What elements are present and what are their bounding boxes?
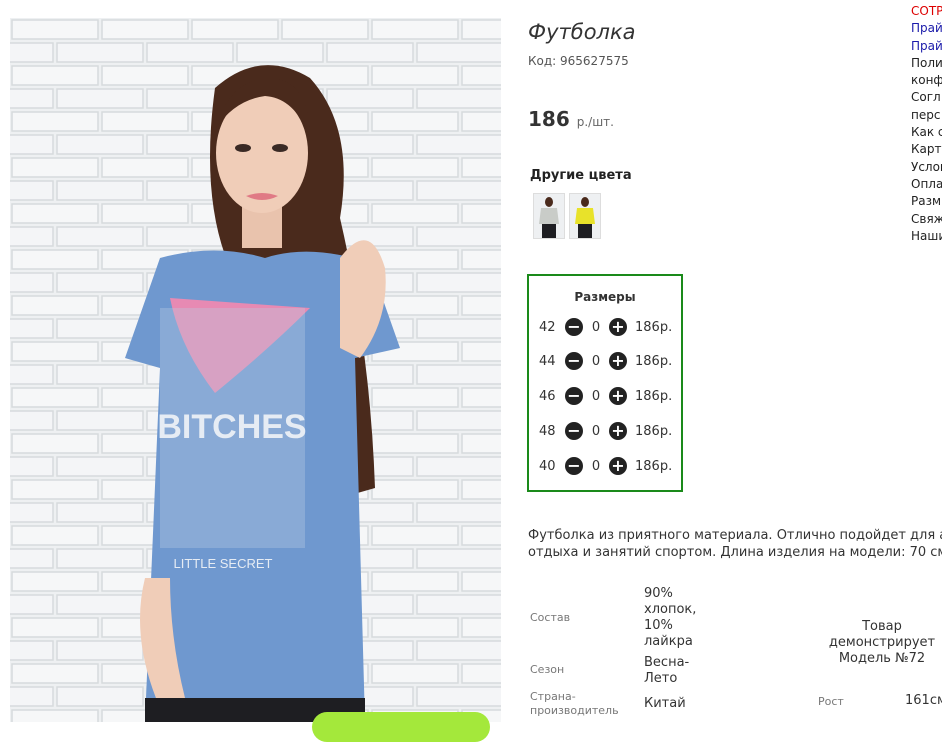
size-price: 186р.: [635, 423, 673, 439]
side-link-contact[interactable]: Свяж: [911, 211, 942, 228]
side-link-price-2[interactable]: Прай: [911, 38, 942, 55]
size-label: 42: [539, 319, 556, 335]
plus-icon[interactable]: +: [609, 422, 627, 440]
swatch-yellow-thumbnail: [570, 194, 600, 238]
composition-label: Состав: [530, 611, 571, 624]
size-label: 46: [539, 388, 556, 404]
color-swatch-grey[interactable]: [533, 193, 565, 239]
size-row-46: 46 − 0 + 186р.: [539, 386, 672, 406]
quantity-value[interactable]: 0: [583, 320, 609, 335]
minus-icon[interactable]: −: [565, 352, 583, 370]
model-note-line: Модель №72: [838, 651, 926, 666]
quantity-value[interactable]: 0: [583, 424, 609, 439]
side-link-consent[interactable]: Согл: [911, 89, 942, 106]
size-label: 44: [539, 353, 556, 369]
sizes-panel: Размеры 42 − 0 + 186р. 44 − 0 + 186р. 46…: [527, 274, 683, 492]
swatch-grey-thumbnail: [534, 194, 564, 238]
product-price: 186 р./шт.: [528, 107, 614, 131]
side-menu: СОТР Прай Прай Поли конф Согл перс Как с…: [911, 3, 942, 245]
composition-value: 90% хлопок, 10% лайкра: [644, 586, 696, 650]
color-swatch-yellow[interactable]: [569, 193, 601, 239]
country-label: Страна- производитель: [530, 690, 619, 718]
print-subtext: LITTLE SECRET: [174, 556, 273, 571]
plus-icon[interactable]: +: [609, 352, 627, 370]
add-to-cart-button[interactable]: [312, 712, 490, 742]
height-label: Рост: [818, 695, 844, 708]
side-link-terms[interactable]: Услов: [911, 159, 942, 176]
composition-line: лайкра: [644, 634, 693, 649]
quantity-value[interactable]: 0: [583, 389, 609, 404]
size-row-40: 40 − 0 + 186р.: [539, 456, 672, 476]
other-colors-title: Другие цвета: [530, 168, 632, 183]
side-link-how-to[interactable]: Как с: [911, 124, 942, 141]
description-line: Футболка из приятного материала. Отлично…: [528, 528, 942, 543]
side-link-price-1[interactable]: Прай: [911, 20, 942, 37]
composition-line: хлопок,: [644, 602, 697, 617]
size-row-42: 42 − 0 + 186р.: [539, 317, 672, 337]
size-row-48: 48 − 0 + 186р.: [539, 421, 672, 441]
minus-icon[interactable]: −: [565, 387, 583, 405]
model-note-line: Товар: [862, 619, 902, 634]
sizes-title: Размеры: [574, 290, 636, 304]
minus-icon[interactable]: −: [565, 318, 583, 336]
side-link-ours[interactable]: Наши: [911, 228, 942, 245]
product-description: Футболка из приятного материала. Отлично…: [528, 527, 942, 561]
size-price: 186р.: [635, 319, 673, 335]
plus-icon[interactable]: +: [609, 457, 627, 475]
side-link-policy-cont[interactable]: конф: [911, 72, 942, 89]
side-link-sizes[interactable]: Разм: [911, 193, 942, 210]
description-line: отдыха и занятий спортом. Длина изделия …: [528, 545, 942, 560]
composition-line: 90%: [644, 586, 673, 601]
side-link-coop[interactable]: СОТР: [911, 3, 942, 20]
minus-icon[interactable]: −: [565, 422, 583, 440]
size-price: 186р.: [635, 353, 673, 369]
side-link-card[interactable]: Карт: [911, 141, 942, 158]
model-note: Товар демонстрирует Модель №72: [822, 619, 942, 667]
plus-icon[interactable]: +: [609, 318, 627, 336]
product-photo[interactable]: BITCHES LITTLE SECRET: [10, 18, 501, 722]
size-label: 48: [539, 423, 556, 439]
side-link-policy[interactable]: Поли: [911, 55, 942, 72]
country-label-line: производитель: [530, 704, 619, 717]
season-label: Сезон: [530, 663, 565, 676]
print-text: BITCHES: [157, 408, 306, 446]
size-price: 186р.: [635, 458, 673, 474]
composition-line: 10%: [644, 618, 673, 633]
season-line: Весна-: [644, 655, 690, 670]
model-note-line: демонстрирует: [828, 635, 936, 650]
side-link-payment[interactable]: Опла: [911, 176, 942, 193]
height-value: 161см: [905, 693, 942, 708]
size-label: 40: [539, 458, 556, 474]
season-value: Весна- Лето: [644, 655, 689, 687]
price-value: 186: [528, 107, 570, 131]
season-line: Лето: [644, 671, 678, 686]
product-photo-illustration: BITCHES LITTLE SECRET: [10, 18, 501, 722]
side-link-consent-cont[interactable]: перс: [911, 107, 942, 124]
quantity-value[interactable]: 0: [583, 354, 609, 369]
country-label-line: Страна-: [530, 690, 576, 703]
country-value: Китай: [644, 696, 686, 711]
plus-icon[interactable]: +: [609, 387, 627, 405]
size-price: 186р.: [635, 388, 673, 404]
minus-icon[interactable]: −: [565, 457, 583, 475]
price-unit: р./шт.: [576, 115, 614, 129]
product-title: Футболка: [528, 20, 636, 44]
quantity-value[interactable]: 0: [583, 459, 609, 474]
size-row-44: 44 − 0 + 186р.: [539, 351, 672, 371]
product-code: Код: 965627575: [528, 54, 629, 68]
